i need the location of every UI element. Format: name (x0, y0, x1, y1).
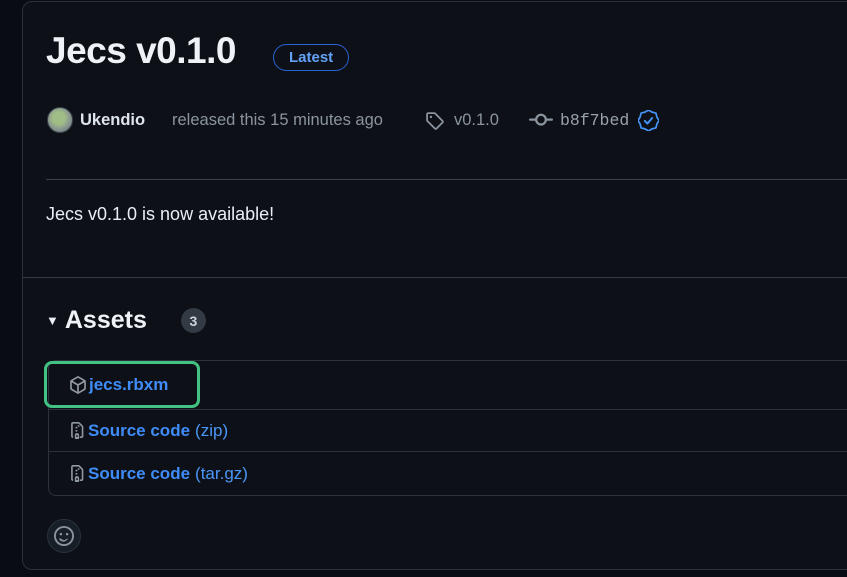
body-divider (23, 277, 847, 278)
tag-icon (425, 111, 444, 130)
commit-icon (529, 108, 553, 132)
asset-row-source-zip[interactable]: Source code (zip) (49, 409, 847, 451)
release-title: Jecs v0.1.0 (46, 30, 236, 72)
smiley-icon (54, 526, 74, 546)
asset-list: jecs.rbxm Source code (zip) Source code … (48, 360, 847, 496)
asset-row-source-targz[interactable]: Source code (tar.gz) (49, 451, 847, 495)
commit-sha[interactable]: b8f7bed (560, 111, 629, 130)
header-divider (46, 179, 847, 180)
reaction-smiley-button[interactable] (47, 519, 81, 553)
zip-file-icon (69, 422, 86, 439)
asset-row-jecs-rbxm[interactable]: jecs.rbxm (49, 361, 847, 409)
avatar[interactable] (47, 107, 73, 133)
verified-icon[interactable] (638, 110, 659, 131)
release-meta-tags: v0.1.0 b8f7bed (425, 106, 659, 134)
zip-file-icon (69, 465, 86, 482)
package-icon (69, 376, 87, 394)
asset-link-suffix[interactable]: (tar.gz) (195, 464, 248, 484)
release-author[interactable]: Ukendio (80, 111, 145, 130)
asset-link-suffix[interactable]: (zip) (195, 421, 228, 441)
latest-badge[interactable]: Latest (273, 44, 349, 71)
asset-link[interactable]: jecs.rbxm (89, 375, 168, 395)
release-body-text: Jecs v0.1.0 is now available! (46, 204, 274, 225)
asset-link[interactable]: Source code (88, 464, 190, 484)
release-tag: v0.1.0 (454, 111, 499, 130)
assets-count-badge: 3 (181, 308, 206, 333)
released-text: released this 15 minutes ago (172, 111, 383, 130)
assets-toggle[interactable]: ▼ Assets 3 (46, 305, 206, 336)
assets-heading: Assets (65, 306, 147, 335)
asset-link[interactable]: Source code (88, 421, 190, 441)
triangle-down-icon: ▼ (46, 305, 59, 336)
release-card: Jecs v0.1.0 Latest Ukendio released this… (22, 1, 847, 570)
